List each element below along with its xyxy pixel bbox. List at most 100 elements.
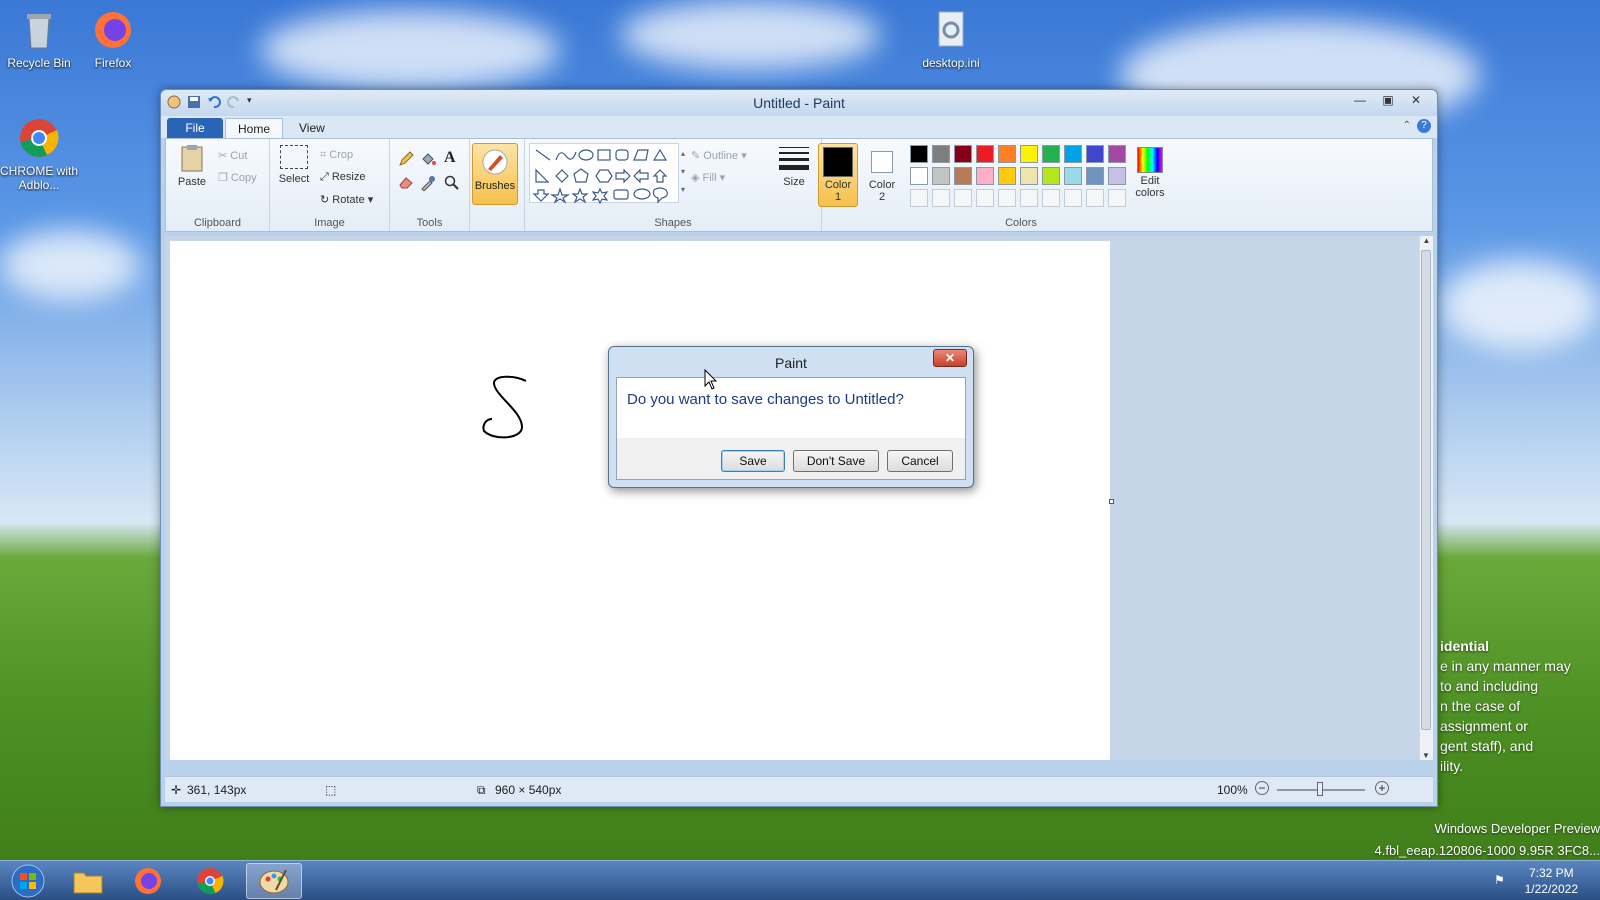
tab-home[interactable]: Home	[225, 118, 284, 138]
color2-swatch	[871, 151, 893, 173]
text-tool-icon[interactable]: A	[444, 149, 456, 167]
canvas-area	[165, 236, 1419, 760]
zoom-slider-thumb[interactable]	[1317, 782, 1323, 796]
color-swatch[interactable]	[932, 145, 950, 163]
fill-button[interactable]: ◈ Fill ▾	[691, 171, 725, 184]
edit-colors-button[interactable]: Edit colors	[1128, 143, 1172, 207]
desktop-icon-firefox[interactable]: Firefox	[74, 8, 152, 70]
selection-size-icon: ⬚	[325, 783, 337, 797]
color-picker-icon[interactable]	[420, 175, 436, 192]
color-swatch[interactable]	[1086, 145, 1104, 163]
build-watermark: Windows Developer Preview 4.fbl_eeap.120…	[1374, 821, 1600, 858]
color-swatch[interactable]	[998, 145, 1016, 163]
color-swatch[interactable]	[1064, 167, 1082, 185]
zoom-out-icon[interactable]: −	[1255, 781, 1269, 795]
taskbar-file-explorer[interactable]	[60, 863, 116, 899]
color-swatch[interactable]	[954, 145, 972, 163]
close-button[interactable]: ✕	[1403, 92, 1429, 110]
magnifier-icon[interactable]	[444, 175, 460, 191]
size-button[interactable]: Size	[774, 145, 814, 205]
taskbar-firefox[interactable]	[120, 863, 176, 899]
start-button[interactable]	[0, 863, 56, 899]
color-swatch[interactable]	[1064, 145, 1082, 163]
cancel-button[interactable]: Cancel	[887, 450, 953, 472]
cut-button[interactable]: ✂ Cut	[218, 149, 247, 162]
rotate-button[interactable]: ↻ Rotate ▾	[320, 193, 373, 206]
desktop-icon-desktop-ini[interactable]: desktop.ini	[912, 8, 990, 70]
mouse-cursor-icon	[704, 369, 718, 390]
shapes-gallery[interactable]	[529, 143, 679, 205]
window-title: Untitled - Paint	[753, 95, 845, 111]
help-icon[interactable]: ?	[1417, 119, 1431, 133]
color-swatch[interactable]	[910, 167, 928, 185]
tab-view[interactable]: View	[287, 118, 337, 138]
empty-color-swatch[interactable]	[1020, 189, 1038, 207]
shapes-scroll-chevron-icon[interactable]: ▴ ▾ ▾	[681, 145, 685, 199]
empty-color-swatch[interactable]	[1108, 189, 1126, 207]
taskbar-chrome[interactable]	[182, 863, 238, 899]
tab-file[interactable]: File	[167, 118, 223, 138]
brushes-button[interactable]: Brushes	[472, 143, 518, 205]
minimize-ribbon-icon[interactable]: ⌃	[1403, 120, 1411, 131]
desktop-icon-recycle-bin[interactable]: Recycle Bin	[0, 8, 78, 70]
color-swatch[interactable]	[1020, 145, 1038, 163]
color-spectrum-icon	[1137, 147, 1163, 173]
windows-logo-icon	[11, 864, 45, 898]
scroll-down-icon[interactable]: ▼	[1420, 751, 1432, 760]
color1-button[interactable]: Color 1	[818, 143, 858, 207]
empty-color-swatch[interactable]	[954, 189, 972, 207]
color-swatch[interactable]	[932, 167, 950, 185]
color-swatch[interactable]	[976, 145, 994, 163]
empty-color-swatch[interactable]	[976, 189, 994, 207]
color-swatch[interactable]	[954, 167, 972, 185]
fill-bucket-icon[interactable]	[420, 151, 436, 167]
resize-button[interactable]: ⤢ Resize	[320, 171, 365, 184]
desktop-icon-label: desktop.ini	[922, 56, 980, 70]
canvas-resize-handle[interactable]	[1109, 499, 1114, 504]
drawing-canvas[interactable]	[170, 241, 1114, 760]
color-swatch[interactable]	[1108, 145, 1126, 163]
copy-button[interactable]: ❐ Copy	[218, 171, 257, 184]
minimize-button[interactable]: —	[1347, 92, 1373, 110]
zoom-level: 100%	[1217, 783, 1248, 797]
pencil-icon[interactable]	[398, 151, 414, 167]
empty-color-swatch[interactable]	[910, 189, 928, 207]
color-swatch[interactable]	[1042, 167, 1060, 185]
empty-color-swatch[interactable]	[1042, 189, 1060, 207]
color-swatch[interactable]	[1108, 167, 1126, 185]
zoom-in-icon[interactable]: +	[1375, 781, 1389, 795]
color-swatch[interactable]	[1020, 167, 1038, 185]
color-swatch[interactable]	[1086, 167, 1104, 185]
color-swatch[interactable]	[910, 145, 928, 163]
empty-color-swatch[interactable]	[1086, 189, 1104, 207]
color1-swatch	[823, 147, 853, 177]
vertical-scrollbar[interactable]: ▲ ▼	[1419, 236, 1433, 760]
line-size-icon	[779, 147, 809, 170]
maximize-button[interactable]: ▣	[1375, 92, 1401, 110]
dialog-title: Paint	[775, 355, 807, 371]
color-swatch[interactable]	[1042, 145, 1060, 163]
scroll-up-icon[interactable]: ▲	[1420, 236, 1433, 245]
outline-button[interactable]: ✎ Outline ▾	[691, 149, 747, 162]
chrome-icon	[17, 116, 61, 160]
dialog-close-button[interactable]: ✕	[933, 349, 967, 367]
group-label: Colors	[1005, 217, 1037, 229]
dont-save-button[interactable]: Don't Save	[793, 450, 879, 472]
taskbar-paint[interactable]	[246, 863, 302, 899]
empty-color-swatch[interactable]	[932, 189, 950, 207]
color-swatch[interactable]	[976, 167, 994, 185]
empty-color-swatch[interactable]	[1064, 189, 1082, 207]
select-button[interactable]: Select	[274, 145, 314, 185]
save-button[interactable]: Save	[721, 450, 785, 472]
color-swatch[interactable]	[998, 167, 1016, 185]
eraser-icon[interactable]	[398, 175, 414, 189]
desktop-icon-chrome[interactable]: CHROME with Adblo...	[0, 116, 78, 192]
action-center-icon[interactable]: ⚑	[1494, 873, 1508, 887]
empty-color-swatch[interactable]	[998, 189, 1016, 207]
status-bar: ✛ 361, 143px ⬚ ⧉ 960 × 540px 100% − +	[165, 776, 1433, 802]
crop-button[interactable]: ⌗ Crop	[320, 149, 353, 162]
paste-button[interactable]: Paste	[172, 143, 212, 201]
color2-button[interactable]: Color 2	[862, 143, 902, 207]
system-clock[interactable]: 7:32 PM 1/22/2022	[1525, 865, 1578, 897]
scroll-thumb[interactable]	[1421, 250, 1431, 730]
